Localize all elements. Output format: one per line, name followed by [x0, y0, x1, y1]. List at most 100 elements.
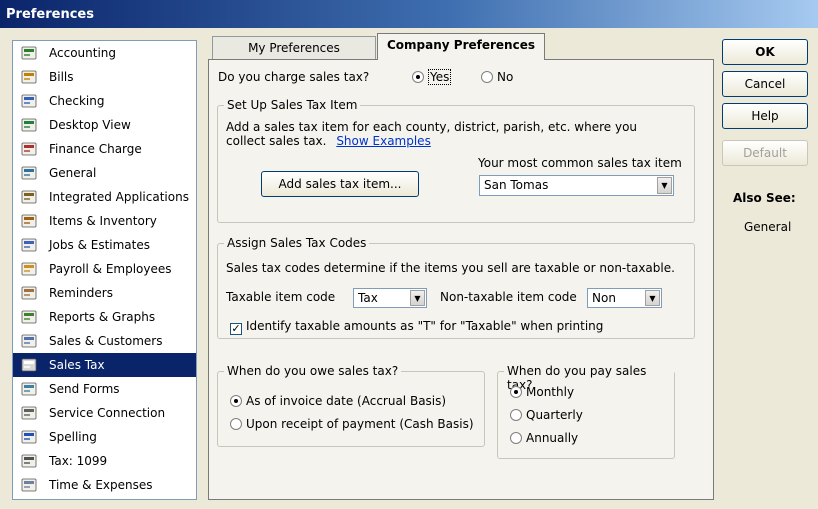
chevron-down-icon[interactable]: ▼	[645, 290, 660, 306]
taxable-code-select[interactable]: Tax ▼	[353, 288, 427, 308]
taxable-code-label: Taxable item code	[226, 290, 336, 304]
sales-tax-icon	[21, 357, 37, 373]
sidebar-item-label: Reminders	[49, 286, 113, 300]
send-forms-icon	[21, 381, 37, 397]
sidebar-item-items-inventory[interactable]: Items & Inventory	[13, 209, 196, 233]
sidebar-item-jobs-estimates[interactable]: Jobs & Estimates	[13, 233, 196, 257]
owe-sales-tax-group: When do you owe sales tax? As of invoice…	[217, 364, 485, 447]
sidebar-item-sales-customers[interactable]: Sales & Customers	[13, 329, 196, 353]
sidebar-item-send-forms[interactable]: Send Forms	[13, 377, 196, 401]
sidebar-item-label: Payroll & Employees	[49, 262, 172, 276]
sidebar-item-bills[interactable]: Bills	[13, 65, 196, 89]
radio-no-indicator[interactable]	[481, 71, 493, 83]
setup-sales-tax-item-group: Set Up Sales Tax Item Add a sales tax it…	[217, 98, 695, 223]
general-icon	[21, 165, 37, 181]
tab-company-preferences-label: Company Preferences	[387, 38, 535, 52]
also-see-general-link[interactable]: General	[744, 220, 791, 234]
checkmark-icon[interactable]: ✓	[230, 323, 242, 335]
sidebar-item-payroll-employees[interactable]: Payroll & Employees	[13, 257, 196, 281]
items-inventory-icon	[21, 213, 37, 229]
taxable-code-value: Tax	[358, 291, 378, 305]
sidebar-item-service-connection[interactable]: Service Connection	[13, 401, 196, 425]
pay-quarterly-label: Quarterly	[526, 408, 583, 422]
owe-accrual-label: As of invoice date (Accrual Basis)	[246, 394, 447, 408]
sidebar-item-finance-charge[interactable]: Finance Charge	[13, 137, 196, 161]
tab-company-preferences[interactable]: Company Preferences	[377, 33, 545, 60]
sidebar-item-time-expenses[interactable]: Time & Expenses	[13, 473, 196, 497]
charge-no-radio[interactable]: No	[481, 70, 513, 84]
sidebar-item-tax-1099[interactable]: Tax: 1099	[13, 449, 196, 473]
also-see-title: Also See:	[733, 191, 796, 205]
sidebar-item-sales-tax[interactable]: Sales Tax	[13, 353, 196, 377]
sidebar-item-checking[interactable]: Checking	[13, 89, 196, 113]
payroll-employees-icon	[21, 261, 37, 277]
setup-description-text: collect sales tax.	[226, 134, 327, 148]
help-button[interactable]: Help	[722, 103, 808, 129]
ok-button[interactable]: OK	[722, 39, 808, 65]
tax-codes-description: Sales tax codes determine if the items y…	[226, 261, 675, 275]
identify-taxable-checkbox[interactable]: ✓ Identify taxable amounts as "T" for "Ta…	[230, 319, 603, 335]
chevron-down-icon[interactable]: ▼	[410, 290, 425, 306]
charge-yes-radio[interactable]: Yes	[412, 69, 452, 85]
default-button[interactable]: Default	[722, 140, 808, 166]
pay-annually-radio[interactable]: Annually	[510, 431, 578, 445]
radio-accrual-indicator[interactable]	[230, 395, 242, 407]
integrated-applications-icon	[21, 189, 37, 205]
reminders-icon	[21, 285, 37, 301]
owe-accrual-radio[interactable]: As of invoice date (Accrual Basis)	[230, 394, 446, 408]
sidebar-item-label: Bills	[49, 70, 74, 84]
owe-cash-label: Upon receipt of payment (Cash Basis)	[246, 417, 474, 431]
sidebar-item-label: Items & Inventory	[49, 214, 157, 228]
pay-sales-tax-group: When do you pay sales tax? Monthly Quart…	[497, 364, 675, 459]
nontaxable-code-select[interactable]: Non ▼	[587, 288, 662, 308]
radio-quarterly-indicator[interactable]	[510, 409, 522, 421]
radio-cash-indicator[interactable]	[230, 418, 242, 430]
sidebar-item-label: Accounting	[49, 46, 117, 60]
window-title: Preferences	[0, 0, 818, 28]
radio-yes-indicator[interactable]	[412, 71, 424, 83]
sidebar-item-accounting[interactable]: Accounting	[13, 41, 196, 65]
cancel-button[interactable]: Cancel	[722, 71, 808, 97]
sidebar-item-general[interactable]: General	[13, 161, 196, 185]
radio-monthly-indicator[interactable]	[510, 386, 522, 398]
tab-my-preferences[interactable]: My Preferences	[212, 36, 376, 60]
add-sales-tax-item-button[interactable]: Add sales tax item...	[261, 171, 419, 197]
pay-quarterly-radio[interactable]: Quarterly	[510, 408, 583, 422]
accounting-icon	[21, 45, 37, 61]
assign-tax-codes-group: Assign Sales Tax Codes Sales tax codes d…	[217, 236, 695, 339]
tax-codes-group-title: Assign Sales Tax Codes	[224, 236, 370, 250]
sidebar-item-label: Time & Expenses	[49, 478, 153, 492]
checking-icon	[21, 93, 37, 109]
company-preferences-panel: Do you charge sales tax? Yes No Set Up S…	[208, 59, 714, 500]
setup-description-line1: Add a sales tax item for each county, di…	[226, 120, 638, 134]
tax-1099-icon	[21, 453, 37, 469]
time-expenses-icon	[21, 477, 37, 493]
sidebar-item-reminders[interactable]: Reminders	[13, 281, 196, 305]
nontaxable-code-label: Non-taxable item code	[440, 290, 577, 304]
sidebar-item-label: General	[49, 166, 97, 180]
sidebar-item-label: Reports & Graphs	[49, 310, 156, 324]
sidebar-item-spelling[interactable]: Spelling	[13, 425, 196, 449]
sidebar-item-label: Send Forms	[49, 382, 120, 396]
radio-annually-indicator[interactable]	[510, 432, 522, 444]
charge-no-label: No	[497, 70, 514, 84]
spelling-icon	[21, 429, 37, 445]
show-examples-link[interactable]: Show Examples	[336, 134, 431, 148]
owe-cash-radio[interactable]: Upon receipt of payment (Cash Basis)	[230, 417, 474, 431]
sidebar-item-label: Sales & Customers	[49, 334, 163, 348]
pay-monthly-radio[interactable]: Monthly	[510, 385, 574, 399]
common-sales-tax-item-select[interactable]: San Tomas ▼	[479, 175, 674, 196]
sidebar-item-desktop-view[interactable]: Desktop View	[13, 113, 196, 137]
sidebar-item-integrated-applications[interactable]: Integrated Applications	[13, 185, 196, 209]
sales-customers-icon	[21, 333, 37, 349]
sidebar-item-label: Desktop View	[49, 118, 131, 132]
sidebar-item-label: Integrated Applications	[49, 190, 189, 204]
pay-annually-label: Annually	[526, 431, 579, 445]
service-connection-icon	[21, 405, 37, 421]
chevron-down-icon[interactable]: ▼	[657, 177, 672, 194]
setup-description-line2: collect sales tax. Show Examples	[226, 134, 431, 148]
common-item-value: San Tomas	[484, 178, 549, 192]
preferences-category-list[interactable]: Accounting Bills Checking Desktop View Finan…	[12, 40, 197, 500]
sidebar-item-reports-graphs[interactable]: Reports & Graphs	[13, 305, 196, 329]
finance-charge-icon	[21, 141, 37, 157]
